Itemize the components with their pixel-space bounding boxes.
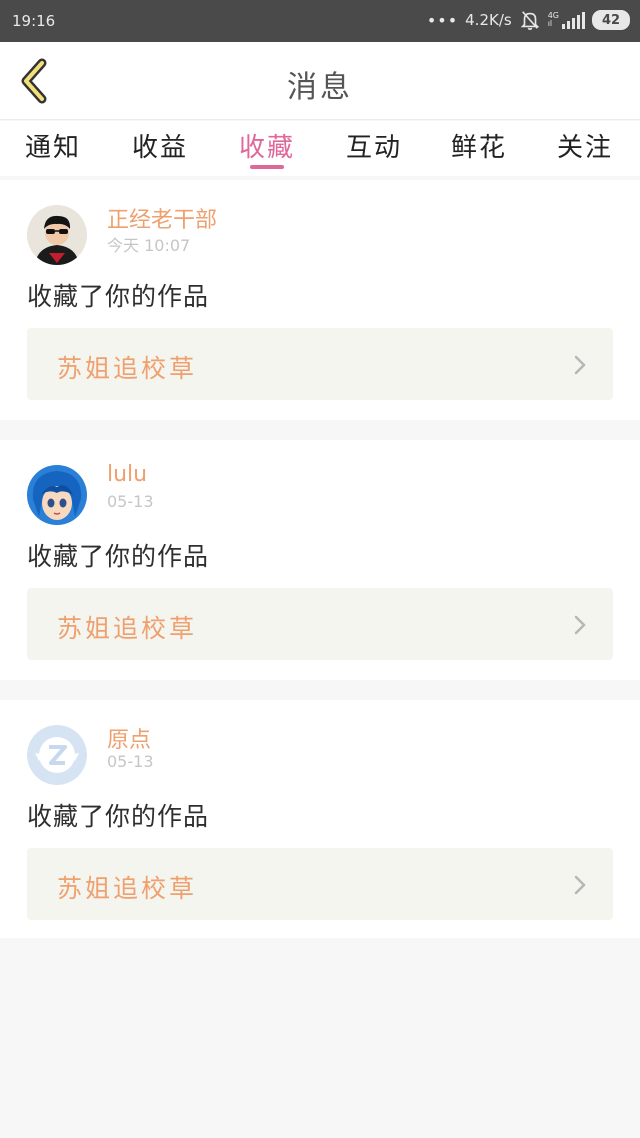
tab-flowers[interactable]: 鲜花: [434, 127, 524, 164]
qq-logo-icon: [27, 725, 87, 785]
username[interactable]: lulu: [107, 462, 147, 487]
bell-muted-icon: [520, 11, 540, 30]
tab-earnings[interactable]: 收益: [115, 127, 205, 164]
action-text: 收藏了你的作品: [27, 542, 210, 571]
tab-active-indicator: [250, 165, 284, 169]
message-time: 05-13: [107, 752, 154, 771]
work-link[interactable]: 苏姐追校草: [27, 328, 613, 400]
username[interactable]: 原点: [107, 722, 151, 754]
work-link[interactable]: 苏姐追校草: [27, 848, 613, 920]
message-card: 原点 05-13 收藏了你的作品 苏姐追校草: [0, 700, 640, 938]
tab-notifications[interactable]: 通知: [8, 127, 98, 164]
username[interactable]: 正经老干部: [107, 202, 217, 234]
work-title: 苏姐追校草: [57, 614, 198, 643]
message-time: 今天 10:07: [107, 236, 191, 255]
user-avatar-icon: [27, 465, 87, 525]
header: 消息: [0, 42, 640, 120]
avatar[interactable]: [27, 465, 87, 525]
avatar[interactable]: [27, 205, 87, 265]
page-title: 消息: [287, 70, 353, 105]
tab-interactions[interactable]: 互动: [329, 127, 419, 164]
chevron-right-icon: [574, 875, 586, 895]
user-avatar-icon: [27, 205, 87, 265]
message-card: lulu 05-13 收藏了你的作品 苏姐追校草: [0, 440, 640, 680]
chevron-right-icon: [574, 615, 586, 635]
chevron-right-icon: [574, 355, 586, 375]
message-card: 正经老干部 今天 10:07 收藏了你的作品 苏姐追校草: [0, 180, 640, 420]
tab-following[interactable]: 关注: [540, 127, 630, 164]
network-speed: 4.2K/s: [465, 11, 512, 29]
status-icons: ••• 4.2K/s 4G ıl 42: [427, 9, 630, 31]
message-time: 05-13: [107, 492, 154, 511]
avatar[interactable]: [27, 725, 87, 785]
work-title: 苏姐追校草: [57, 874, 198, 903]
action-text: 收藏了你的作品: [27, 282, 210, 311]
tab-favorites[interactable]: 收藏: [222, 127, 312, 164]
status-time: 19:16: [12, 12, 56, 30]
work-link[interactable]: 苏姐追校草: [27, 588, 613, 660]
network-type: 4G ıl: [548, 12, 559, 28]
battery-level: 42: [601, 12, 621, 28]
battery-icon: 42: [592, 10, 630, 30]
status-bar: 19:16 ••• 4.2K/s 4G ıl 42: [0, 0, 640, 42]
action-text: 收藏了你的作品: [27, 802, 210, 831]
tab-bar: 通知 收益 收藏 互动 鲜花 关注: [0, 121, 640, 176]
network-sub-label: ıl: [547, 19, 553, 28]
work-title: 苏姐追校草: [57, 354, 198, 383]
signal-icon: [562, 11, 585, 29]
notification-dots: •••: [426, 10, 459, 30]
